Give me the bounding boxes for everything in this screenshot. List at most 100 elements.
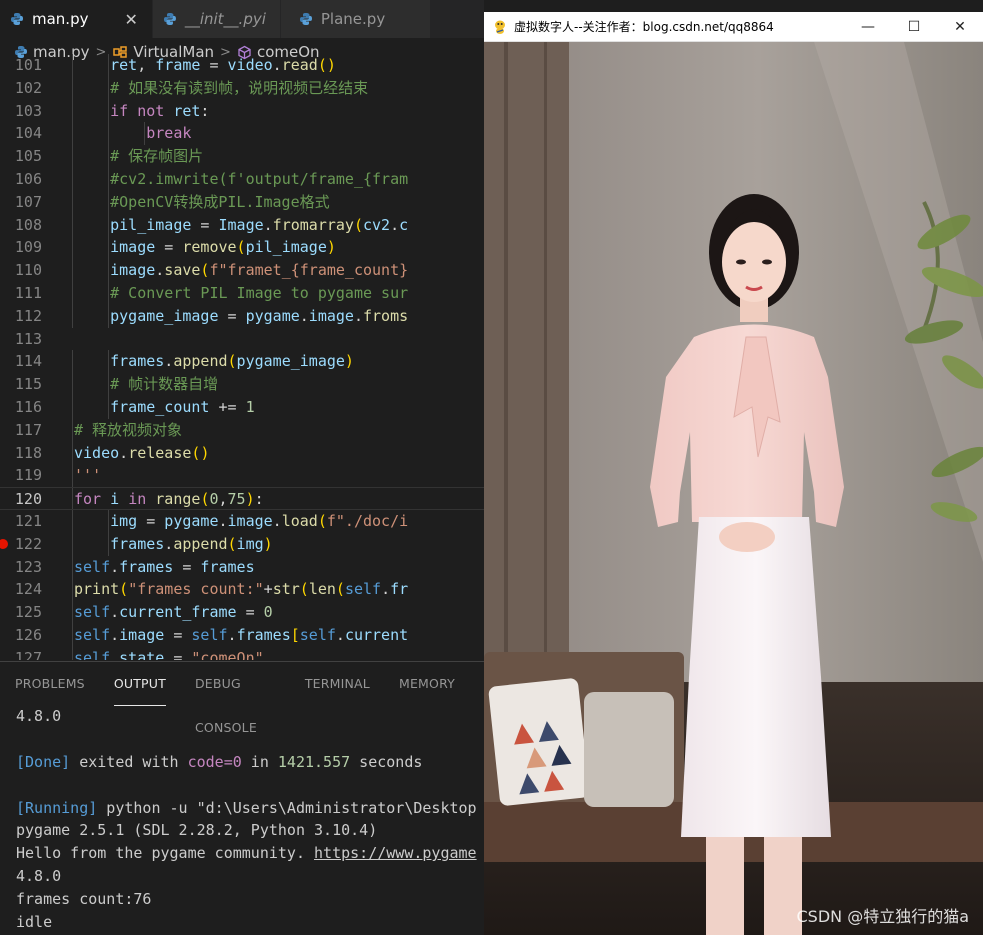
tab-plane-py[interactable]: Plane.py: [280, 0, 431, 38]
done-text: in: [241, 752, 278, 771]
maximize-button[interactable]: ☐: [891, 12, 937, 42]
code-line[interactable]: 127 self.state = "comeOn": [0, 646, 484, 660]
minimize-button[interactable]: —: [845, 12, 891, 42]
code-line[interactable]: 124 print("frames count:"+str(len(self.fr: [0, 578, 484, 602]
code-line[interactable]: 102 # 如果没有读到帧，说明视频已经结束: [0, 76, 484, 100]
running-command: python -u "d:\Users\Administrator\Deskto…: [97, 798, 477, 817]
panel-tab-bar: PROBLEMS OUTPUT DEBUG CONSOLE TERMINAL M…: [0, 661, 484, 735]
code-text: pygame_image = pygame.image.froms: [110, 306, 409, 325]
code-line[interactable]: 123 self.frames = frames: [0, 555, 484, 579]
indent-guide: [108, 373, 110, 396]
code-text: # 保存帧图片: [110, 147, 204, 166]
code-text: img = pygame.image.load(f"./doc/i: [110, 511, 409, 530]
code-line[interactable]: 120 for i in range(0,75):: [0, 487, 484, 510]
indent-guide: [72, 259, 74, 282]
code-line[interactable]: 118 video.release(): [0, 441, 484, 465]
output-panel[interactable]: 4.8.0 [Done] exited with code=0 in 1421.…: [0, 705, 484, 935]
code-line[interactable]: 119 ''': [0, 464, 484, 488]
indent-guide: [108, 54, 110, 77]
exit-code: code=0: [187, 752, 242, 771]
running-tag: [Running]: [16, 798, 98, 817]
indent-guide: [72, 167, 74, 191]
indent-guide: [72, 646, 74, 660]
line-number: 120: [14, 490, 42, 509]
tab-init-pyi[interactable]: __init__.pyi: [152, 0, 281, 38]
tab-debug-console[interactable]: DEBUG CONSOLE: [195, 662, 276, 735]
indent-guide: [72, 76, 74, 100]
indent-guide: [72, 281, 74, 305]
close-window-button[interactable]: ✕: [937, 12, 983, 42]
code-line[interactable]: 117 # 释放视频对象: [0, 418, 484, 442]
code-text: ''': [74, 466, 102, 485]
indent-guide: [72, 578, 74, 602]
indent-guide: [72, 304, 74, 328]
output-line: idle: [16, 913, 53, 932]
indent-guide: [108, 509, 110, 533]
line-number: 104: [14, 124, 42, 143]
indent-guide: [72, 122, 74, 146]
indent-guide: [72, 441, 74, 465]
indent-guide: [72, 509, 74, 533]
code-text: video.release(): [74, 443, 210, 462]
tab-problems[interactable]: PROBLEMS: [15, 662, 85, 706]
indent-guide: [72, 190, 74, 214]
code-line[interactable]: 105 # 保存帧图片: [0, 145, 484, 168]
pygame-snake-icon: [495, 20, 505, 34]
line-number: 107: [14, 192, 42, 211]
pygame-link[interactable]: https://www.pygame: [314, 844, 477, 862]
indent-guide: [72, 532, 74, 556]
code-area[interactable]: 101 ret, frame = video.read() 102 # 如果没有读到帧…: [0, 54, 484, 660]
code-line[interactable]: 126 self.image = self.frames[self.current: [0, 623, 484, 647]
line-number: 124: [14, 580, 42, 599]
tab-output[interactable]: OUTPUT: [113, 662, 166, 706]
code-text: image.save(f"framet_{frame_count}: [110, 261, 409, 280]
code-line[interactable]: 125 self.current_frame = 0: [0, 601, 484, 624]
code-text: # 如果没有读到帧，说明视频已经结束: [110, 78, 369, 97]
code-line[interactable]: 103 if not ret:: [0, 99, 484, 123]
indent-guide: [108, 236, 110, 260]
code-line[interactable]: 111 # Convert PIL Image to pygame sur: [0, 281, 484, 305]
code-line[interactable]: 104 break: [0, 122, 484, 146]
line-number: 117: [14, 420, 42, 439]
code-line[interactable]: 110 image.save(f"framet_{frame_count}: [0, 259, 484, 282]
indent-guide: [72, 54, 74, 77]
python-file-icon: [163, 13, 176, 25]
line-number: 125: [14, 603, 42, 622]
code-line[interactable]: 122 frames.append(img): [0, 532, 484, 556]
code-line[interactable]: 114 frames.append(pygame_image): [0, 350, 484, 374]
code-line[interactable]: 106 #cv2.imwrite(f'output/frame_{fram: [0, 167, 484, 191]
done-text: exited with: [70, 752, 188, 771]
virtual-human-scene: [484, 42, 983, 935]
close-tab-icon[interactable]: ✕: [124, 10, 137, 29]
line-number: 105: [14, 147, 42, 166]
tab-terminal[interactable]: TERMINAL: [305, 662, 370, 706]
indent-guide: [108, 167, 110, 191]
line-number: 122: [14, 534, 42, 553]
code-text: self.state = "comeOn": [74, 648, 264, 660]
code-line[interactable]: 121 img = pygame.image.load(f"./doc/i: [0, 509, 484, 533]
window-titlebar[interactable]: 虚拟数字人--关注作者：blog.csdn.net/qq8864 — ☐ ✕: [484, 12, 983, 42]
line-number: 103: [14, 101, 42, 120]
code-text: self.image = self.frames[self.current: [74, 625, 409, 644]
code-line[interactable]: 116 frame_count += 1: [0, 395, 484, 419]
python-file-icon: [299, 13, 312, 25]
tab-man-py[interactable]: man.py ✕: [0, 0, 153, 38]
output-line: 4.8.0: [16, 707, 62, 725]
tab-memory[interactable]: MEMORY: [399, 662, 455, 706]
code-line[interactable]: 109 image = remove(pil_image): [0, 236, 484, 260]
code-text: print("frames count:"+str(len(self.fr: [74, 580, 409, 599]
line-number: 111: [14, 283, 42, 302]
indent-guide: [108, 259, 110, 282]
code-line[interactable]: 101 ret, frame = video.read(): [0, 54, 484, 77]
code-line[interactable]: 115 # 帧计数器自增: [0, 373, 484, 396]
code-line[interactable]: 108 pil_image = Image.fromarray(cv2.c: [0, 213, 484, 237]
code-line[interactable]: 113: [0, 328, 484, 351]
code-line[interactable]: 107 #OpenCV转换成PIL.Image格式: [0, 190, 484, 214]
code-text: #cv2.imwrite(f'output/frame_{fram: [110, 169, 409, 188]
indent-guide: [72, 464, 74, 488]
pygame-window: 虚拟数字人--关注作者：blog.csdn.net/qq8864 — ☐ ✕ C…: [484, 12, 983, 935]
output-line: pygame 2.5.1 (SDL 2.28.2, Python 3.10.4): [16, 821, 378, 840]
code-line[interactable]: 112 pygame_image = pygame.image.froms: [0, 304, 484, 328]
line-number: 113: [14, 329, 42, 348]
done-text: seconds: [350, 752, 423, 771]
